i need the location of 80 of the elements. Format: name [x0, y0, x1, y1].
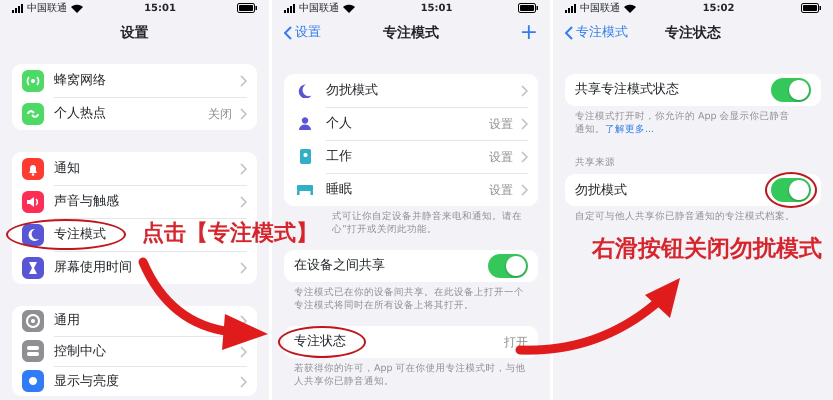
signal-icon: [565, 4, 576, 12]
status-time: 15:01: [420, 2, 452, 16]
wifi-icon: [624, 4, 636, 12]
annotation-text: 点击【专注模式】: [142, 220, 318, 248]
wifi-icon: [343, 4, 355, 12]
setting-label[interactable]: 蜂窝网络: [54, 70, 106, 90]
setting-label: 勿扰模式: [575, 182, 627, 200]
footnote-text: 式可让你自定设备并静音来电和通知。请在 心”打开或关闭此功能。: [332, 210, 522, 236]
setting-label[interactable]: 个人热点: [54, 104, 106, 124]
toggle-switch[interactable]: [771, 178, 811, 202]
setting-label[interactable]: 睡眠: [326, 180, 352, 200]
badge-icon: [300, 149, 310, 164]
chevron-icon: [240, 262, 247, 274]
footnote-text: 自定可与他人共享你已静音通知的专注模式档案。: [575, 210, 795, 224]
person-icon: [299, 117, 311, 130]
setting-label[interactable]: 通知: [54, 158, 80, 178]
setting-label: 在设备之间共享: [294, 257, 385, 276]
chevron-icon: [240, 108, 247, 120]
chevron-icon: [521, 184, 528, 196]
screen-title: 专注状态: [665, 24, 721, 42]
setting-label[interactable]: 勿扰模式: [326, 80, 378, 100]
setting-label[interactable]: 个人: [326, 114, 352, 134]
gear-icon: [22, 310, 44, 332]
moon-icon: [22, 224, 44, 246]
chevron-icon: [240, 196, 247, 208]
moon-icon: [298, 84, 312, 98]
annotation-text: 右滑按钮关闭勿扰模式: [592, 235, 822, 264]
setting-label[interactable]: 工作: [326, 147, 352, 167]
toggles-icon: [22, 340, 44, 362]
screen-title: 设置: [120, 24, 148, 42]
hourglass-icon: [22, 256, 44, 278]
back-icon: [284, 26, 292, 40]
setting-value: 设置: [489, 182, 513, 199]
back-button[interactable]: 专注模式: [565, 23, 628, 43]
setting-label[interactable]: 显示与亮度: [54, 372, 119, 392]
back-icon: [565, 26, 573, 40]
setting-label[interactable]: 专注状态: [294, 332, 346, 352]
carrier-name: 中国联通: [299, 2, 339, 16]
footnote-text: 专注模式已在你的设备间共享。在此设备上打开一个 专注模式将同时在所有设备上将其打开。: [294, 286, 524, 312]
status-time: 15:02: [702, 2, 734, 16]
chevron-icon: [521, 151, 528, 163]
toggle-switch[interactable]: [771, 78, 811, 102]
sun-icon: [22, 370, 44, 392]
footnote-text: 若获得你的许可，App 可在你使用专注模式时，与他 人共享你已静音通知。: [294, 362, 526, 388]
setting-label[interactable]: 专注模式: [54, 225, 106, 245]
setting-label[interactable]: 屏幕使用时间: [54, 258, 132, 278]
carrier-name: 中国联通: [580, 2, 620, 16]
toggle-switch[interactable]: [488, 254, 528, 278]
setting-value: 设置: [489, 116, 513, 133]
chevron-icon: [240, 74, 247, 86]
bed-icon: [297, 184, 313, 194]
signal-icon: [12, 4, 23, 12]
bell-icon: [22, 158, 44, 180]
back-button[interactable]: 设置: [284, 23, 321, 43]
section-header: 共享来源: [574, 156, 616, 170]
screen-title: 专注模式: [383, 24, 439, 42]
setting-label: 共享专注模式状态: [575, 81, 679, 100]
setting-value: 关闭: [208, 106, 232, 123]
setting-value: 设置: [489, 149, 513, 166]
battery-icon: [237, 3, 257, 13]
carrier-name: 中国联通: [27, 2, 67, 16]
link-icon: [22, 102, 44, 124]
add-button[interactable]: +: [520, 22, 538, 44]
chevron-icon: [240, 162, 247, 174]
signal-icon: [284, 4, 295, 12]
chevron-icon: [521, 84, 528, 96]
setting-label[interactable]: 通用: [54, 311, 80, 331]
antenna-icon: [22, 70, 44, 92]
battery-icon: [801, 3, 821, 13]
chevron-icon: [240, 346, 247, 358]
wifi-icon: [71, 4, 83, 12]
chevron-icon: [240, 376, 247, 388]
battery-icon: [518, 3, 538, 13]
setting-label[interactable]: 控制中心: [54, 342, 106, 362]
speaker-icon: [22, 190, 44, 212]
footnote-text: 专注模式打开时，你允许的 App 会显示你已静音 通知。了解更多...: [575, 110, 790, 136]
status-time: 15:01: [144, 2, 176, 16]
learn-more-link[interactable]: 了解更多...: [605, 124, 654, 135]
setting-label[interactable]: 声音与触感: [54, 192, 119, 212]
chevron-icon: [521, 118, 528, 130]
